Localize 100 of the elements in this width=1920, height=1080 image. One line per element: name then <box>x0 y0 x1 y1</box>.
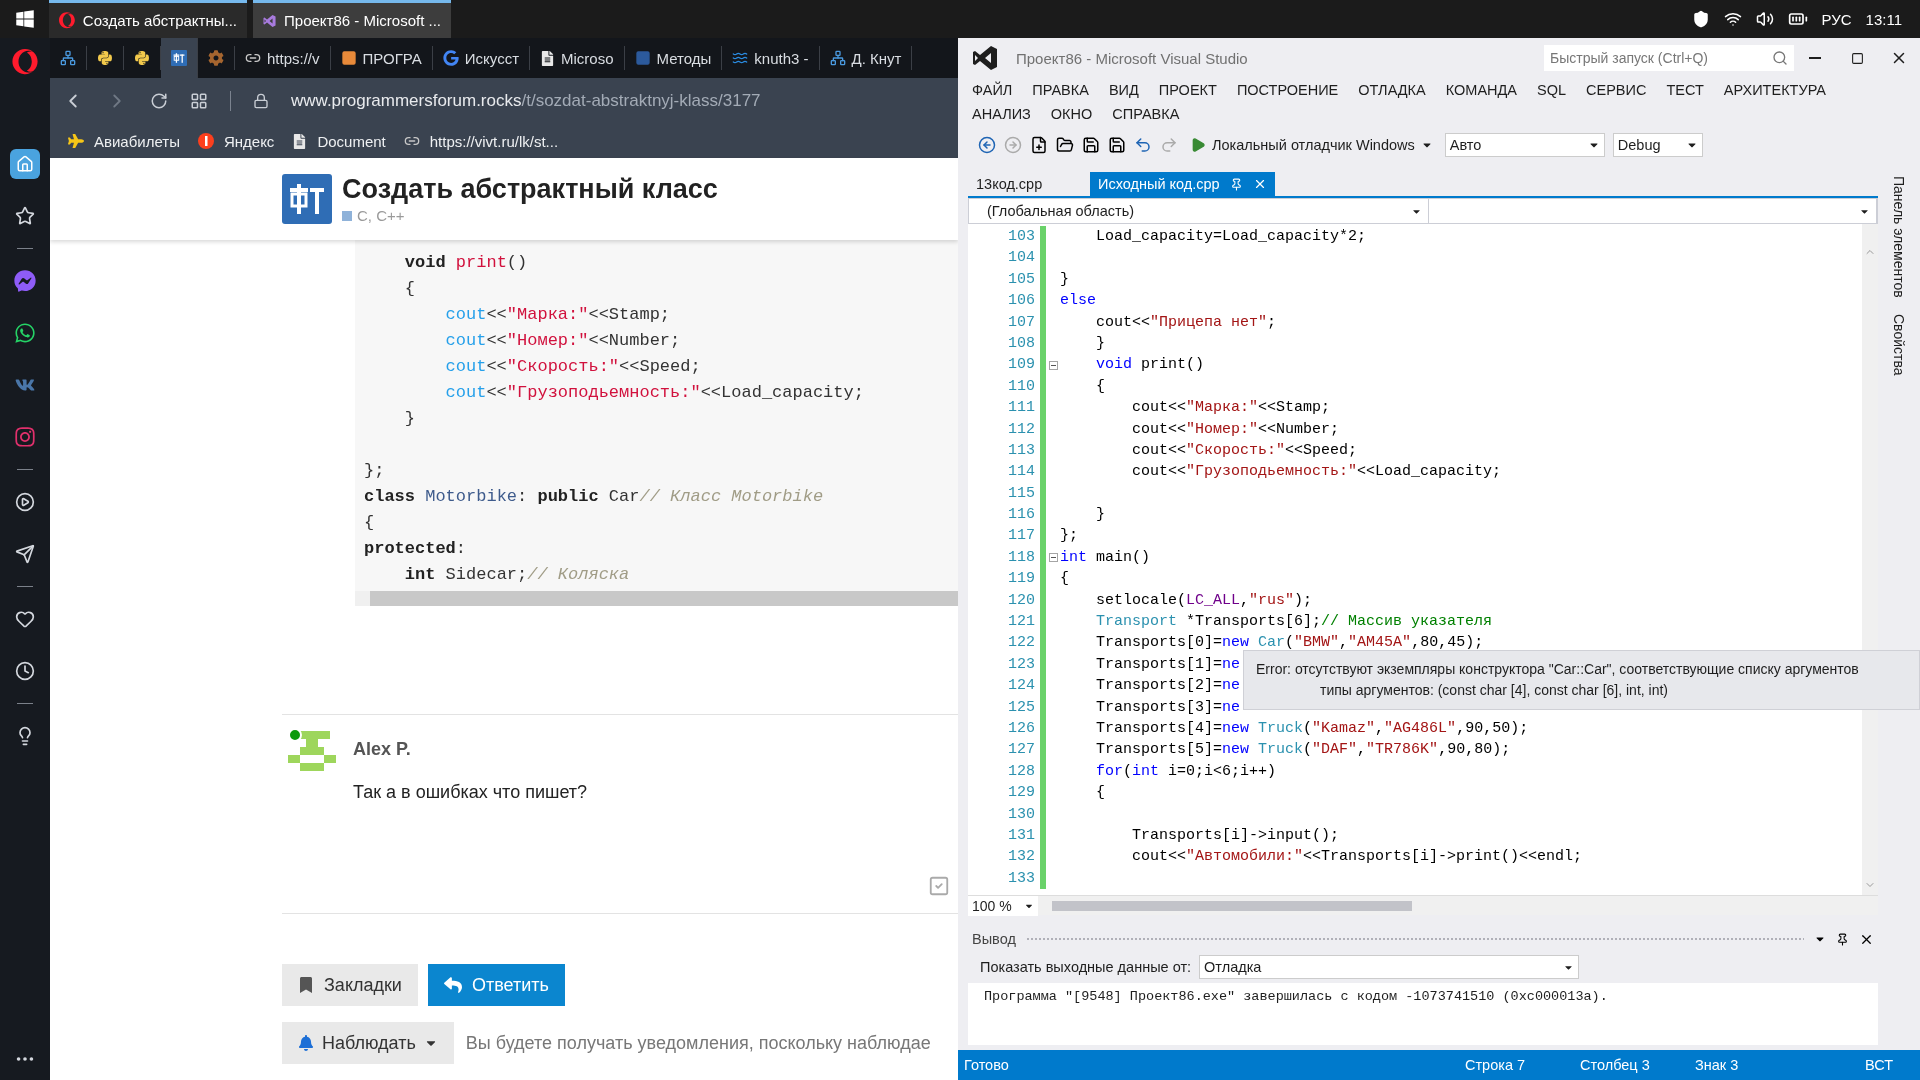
bookmark-link[interactable]: https://vivt.ru/lk/st... <box>429 132 559 150</box>
browser-tab[interactable]: https://v <box>235 46 331 70</box>
bookmark-link[interactable]: Document <box>317 132 386 150</box>
browser-tab[interactable]: ПРОГРА <box>330 46 433 70</box>
panel-title: Вывод <box>972 931 1016 947</box>
code-line: Transport *Transports[6];// Массив указателя <box>1095 612 1493 633</box>
zoom-dropdown[interactable]: 100 % <box>968 895 1038 916</box>
code-line: cout<<"Номер:"<<Number; <box>1131 419 1340 440</box>
menu-item[interactable]: АРХИТЕКТУРА <box>1713 82 1836 98</box>
line-number: 105 <box>1007 269 1036 290</box>
browser-tab[interactable]: Microso <box>530 46 625 70</box>
menu-item[interactable]: ТЕСТ <box>1656 82 1714 98</box>
save-button[interactable] <box>1082 136 1100 154</box>
bookmark-link[interactable]: Яндекс <box>223 132 275 150</box>
scrollbar[interactable] <box>1862 224 1878 895</box>
square-icon <box>340 50 357 66</box>
menu-item[interactable]: ПРАВКА <box>1022 82 1099 98</box>
taskbar-button[interactable]: Создать абстрактны... <box>49 0 247 38</box>
code-line: cout<<"Грузоподьемность:"<<Load_capacity; <box>444 383 865 404</box>
page-title: Создать абстрактный класс <box>342 174 718 205</box>
star-icon <box>15 206 35 226</box>
watch-button[interactable]: Наблюдать <box>282 1022 454 1064</box>
reply-button[interactable]: Ответить <box>427 964 565 1006</box>
line-number: 125 <box>1007 697 1036 718</box>
configuration-dropdown[interactable]: Debug <box>1612 133 1703 157</box>
quick-launch-field[interactable]: Быстрый запуск (Ctrl+Q) <box>1544 45 1794 71</box>
bookmark-link[interactable]: Авиабилеты <box>94 132 180 150</box>
code-line: } <box>1095 505 1105 526</box>
side-panel-tab[interactable]: Свойства <box>1891 313 1907 376</box>
line-number: 110 <box>1007 376 1036 397</box>
redo-icon <box>1160 136 1178 154</box>
menu-item[interactable]: ПРОЕКТ <box>1148 82 1227 98</box>
sidebar-button[interactable] <box>10 149 40 179</box>
forward-icon <box>1004 136 1022 154</box>
shield-icon <box>1691 10 1710 28</box>
error-tooltip: Error: отсутствуют экземпляры конструктора "Car::Car", соответствующие списку аргументов типы аргументов: (const char [4], const char [6], int, int) <box>1243 650 1920 710</box>
document-tab[interactable]: 13код.cpp <box>968 172 1078 196</box>
code-line: { <box>1095 376 1105 397</box>
windows-icon <box>14 9 35 29</box>
menu-item[interactable]: ВИД <box>1098 82 1149 98</box>
code-line: cout<<"Автомобили:"<<Transports[i]->print()<<endl; <box>1131 847 1583 868</box>
opera-icon[interactable] <box>12 49 38 75</box>
undo-button[interactable] <box>1134 136 1152 154</box>
menu-item[interactable]: КОМАНДА <box>1435 82 1527 98</box>
whatsapp-icon <box>14 322 36 344</box>
menu-item[interactable]: SQL <box>1527 82 1577 98</box>
browser-tab[interactable]: Д. Кнут <box>819 46 913 70</box>
grid-icon[interactable] <box>190 92 208 110</box>
open-button[interactable] <box>1056 136 1074 154</box>
line-number: 121 <box>1007 612 1036 633</box>
code-line: cout<<"Марка:"<<Stamp; <box>1131 398 1331 419</box>
browser-tab[interactable]: Искусст <box>432 46 530 70</box>
browser-tab[interactable]: Методы <box>624 46 723 70</box>
play-icon <box>1190 137 1206 153</box>
new-file-icon <box>1030 136 1048 154</box>
side-panel-tab[interactable]: Панель элементов <box>1891 176 1907 298</box>
site-logo-icon <box>282 174 332 224</box>
checkbox-icon[interactable] <box>928 875 950 897</box>
document-icon <box>540 50 555 66</box>
lock-icon <box>253 93 269 109</box>
taskbar-button[interactable]: Проект86 - Microsoft ... <box>253 0 451 38</box>
code-line: Transports[3]=ne <box>1095 697 1241 718</box>
menu-item[interactable]: ПОСТРОЕНИЕ <box>1226 82 1349 98</box>
back-icon <box>978 136 996 154</box>
code-line: cout<<"Номер:"<<Number; <box>444 331 682 352</box>
gear-icon <box>208 50 224 66</box>
language-indicator[interactable]: РУС <box>1821 10 1852 28</box>
menu-item[interactable]: СПРАВКА <box>1102 106 1190 122</box>
menu-item[interactable]: АНАЛИЗ <box>962 106 1041 122</box>
output-source-dropdown[interactable]: Отладка <box>1199 955 1580 979</box>
collapse-icon[interactable] <box>1048 553 1058 563</box>
back-button[interactable] <box>978 136 996 154</box>
line-number: 118 <box>1007 547 1036 568</box>
scrollbar[interactable] <box>1052 900 1412 911</box>
line-number: 132 <box>1007 847 1036 868</box>
line-number: 126 <box>1007 719 1036 739</box>
reload-icon[interactable] <box>150 92 168 110</box>
pin-icon[interactable] <box>1836 932 1849 946</box>
document-icon <box>292 133 308 149</box>
clock-text[interactable]: 13:11 <box>1865 10 1902 28</box>
collapse-icon[interactable] <box>1048 360 1058 370</box>
menu-item[interactable]: ОТЛАДКА <box>1348 82 1436 98</box>
menu-item[interactable]: СЕРВИС <box>1576 82 1657 98</box>
bookmark-button[interactable]: Закладки <box>282 964 418 1006</box>
scrollbar[interactable] <box>355 591 958 606</box>
code-line: int Sidecar;// Коляска <box>403 565 631 586</box>
code-line: void print() <box>403 253 529 274</box>
platform-dropdown[interactable]: Авто <box>1444 133 1605 157</box>
line-number: 123 <box>1007 654 1036 675</box>
new-file-button[interactable] <box>1030 136 1048 154</box>
browser-tab[interactable]: knuth3 - <box>722 46 820 70</box>
author-name[interactable]: Alex P. <box>353 739 950 760</box>
browser-tab[interactable] <box>161 38 198 78</box>
code-line: Transports[i]->input(); <box>1131 825 1340 846</box>
menu-item[interactable]: ОКНО <box>1040 106 1103 122</box>
code-line: { <box>364 513 376 534</box>
menu-item[interactable]: ФАЙЛ <box>962 82 1023 98</box>
code-line: int main() <box>1060 547 1151 568</box>
start-debugging-button[interactable]: Локальный отладчик Windows <box>1186 137 1437 153</box>
save-all-button[interactable] <box>1108 136 1126 154</box>
